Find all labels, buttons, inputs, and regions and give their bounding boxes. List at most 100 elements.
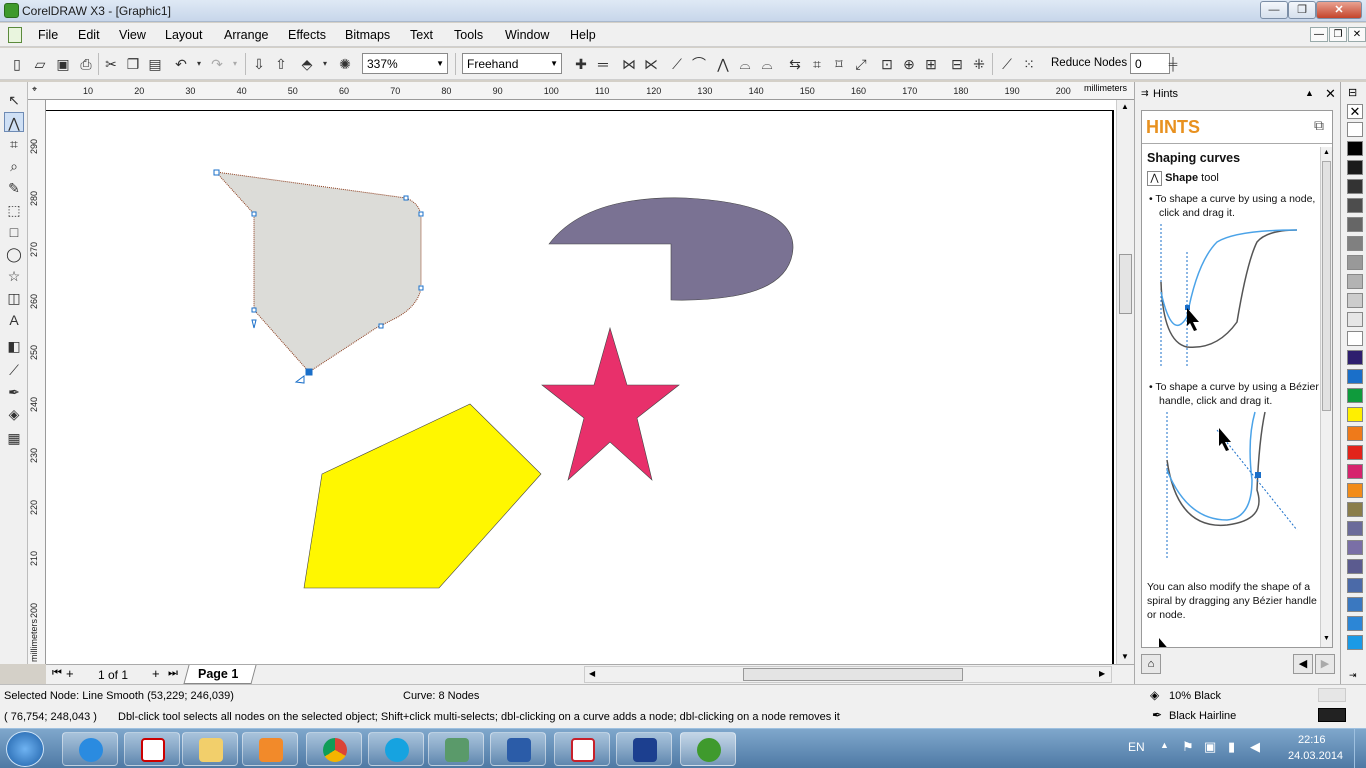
color-swatch[interactable]	[1347, 179, 1363, 194]
maximize-button[interactable]: ❐	[1288, 1, 1316, 19]
launcher-dropdown-icon[interactable]: ▾	[316, 55, 334, 73]
color-swatch[interactable]	[1347, 274, 1363, 289]
node-marker[interactable]	[251, 307, 257, 313]
rectangle-tool-icon[interactable]: □	[4, 222, 24, 242]
break-curve-icon[interactable]: ⋉	[642, 55, 660, 73]
star-tool-icon[interactable]: ☆	[4, 266, 24, 286]
taskbar-media[interactable]	[242, 732, 298, 766]
elastic-mode-icon[interactable]: ⊟	[948, 55, 966, 73]
pick-tool-icon[interactable]: ↖	[4, 90, 24, 110]
convert-to-curve-icon[interactable]: ⌒	[690, 55, 708, 73]
color-swatch[interactable]	[1347, 122, 1363, 137]
drawing-canvas[interactable]	[46, 100, 1116, 664]
print-icon[interactable]: ⎙	[77, 55, 95, 73]
color-swatch[interactable]	[1347, 540, 1363, 555]
color-swatch[interactable]	[1347, 160, 1363, 175]
tray-network-icon[interactable]: ⚑	[1182, 739, 1194, 755]
scroll-up-icon[interactable]: ▲	[1323, 149, 1330, 156]
hints-scrollbar[interactable]: ▲ ▼	[1320, 147, 1332, 647]
smart-fill-tool-icon[interactable]: ⬚	[4, 200, 24, 220]
outline-tool-icon[interactable]: ✒	[4, 382, 24, 402]
page-tab-label[interactable]: Page 1	[198, 667, 238, 681]
save-icon[interactable]: ▣	[54, 55, 72, 73]
crop-tool-icon[interactable]: ⌗	[4, 134, 24, 154]
copy-icon[interactable]: ❐	[124, 55, 142, 73]
docker-collapse-icon[interactable]: ▲	[1305, 88, 1314, 98]
hints-forward-icon[interactable]: ▶	[1315, 654, 1335, 674]
color-swatch[interactable]	[1347, 407, 1363, 422]
redo-dropdown-icon[interactable]: ▾	[226, 55, 244, 73]
color-swatch[interactable]	[1347, 141, 1363, 156]
menu-edit[interactable]: Edit	[78, 28, 100, 42]
menu-bitmaps[interactable]: Bitmaps	[345, 28, 390, 42]
symmetrical-node-icon[interactable]: ⌓	[758, 55, 776, 73]
fill-color-swatch[interactable]	[1318, 688, 1346, 702]
undo-icon[interactable]: ↶	[172, 55, 190, 73]
control-handle-arrow[interactable]	[251, 319, 257, 329]
fill-tool-icon[interactable]: ◈	[4, 404, 24, 424]
rotate-nodes-icon[interactable]: ⊡	[878, 55, 896, 73]
open-icon[interactable]: ▱	[31, 55, 49, 73]
welcome-screen-icon[interactable]: ✺	[336, 55, 354, 73]
clock-time[interactable]: 22:16	[1298, 734, 1326, 746]
taskbar-skype[interactable]	[368, 732, 424, 766]
taskbar-lingvo[interactable]	[124, 732, 180, 766]
doc-close-button[interactable]: ✕	[1348, 27, 1366, 42]
hints-scroll-thumb[interactable]	[1322, 161, 1331, 411]
menu-effects[interactable]: Effects	[288, 28, 326, 42]
color-swatch[interactable]	[1347, 369, 1363, 384]
horizontal-ruler[interactable]: ⌖ 10 20 30 40 50 60 70 80 90 100 110 120 130 140 150 16…	[28, 82, 1134, 100]
node-marker[interactable]	[213, 169, 220, 176]
menu-tools[interactable]: Tools	[454, 28, 483, 42]
first-page-icon[interactable]: ⏮	[52, 667, 62, 680]
basic-shapes-tool-icon[interactable]: ◫	[4, 288, 24, 308]
palette-scroll-icon[interactable]: ⇥	[1349, 670, 1357, 681]
color-swatch[interactable]	[1347, 521, 1363, 536]
scroll-left-icon[interactable]: ◀	[589, 669, 595, 678]
interactive-blend-tool-icon[interactable]: ◧	[4, 336, 24, 356]
control-handle-arrow[interactable]	[294, 375, 305, 384]
vertical-scroll-thumb[interactable]	[1119, 254, 1132, 314]
node-marker[interactable]	[418, 211, 424, 217]
taskbar-word[interactable]	[490, 732, 546, 766]
join-nodes-icon[interactable]: ⋈	[620, 55, 638, 73]
menu-text[interactable]: Text	[410, 28, 433, 42]
color-swatch[interactable]	[1347, 597, 1363, 612]
zoom-level-combo[interactable]: 337% ▼	[362, 53, 448, 74]
doc-restore-button[interactable]: ❐	[1329, 27, 1347, 42]
taskbar-acrobat[interactable]	[554, 732, 610, 766]
scroll-down-icon[interactable]: ▼	[1323, 635, 1330, 642]
color-swatch[interactable]	[1347, 388, 1363, 403]
horizontal-scroll-thumb[interactable]	[743, 668, 963, 681]
pink-star-shape[interactable]	[541, 326, 680, 481]
ellipse-tool-icon[interactable]: ◯	[4, 244, 24, 264]
extract-subpath-icon[interactable]: ⌑	[830, 55, 848, 73]
node-marker[interactable]	[403, 195, 409, 201]
hints-back-icon[interactable]: ◀	[1293, 654, 1313, 674]
scroll-down-icon[interactable]: ▼	[1121, 652, 1129, 661]
show-desktop-button[interactable]	[1354, 729, 1366, 768]
add-page-before-icon[interactable]: +	[66, 666, 74, 681]
no-color-swatch[interactable]: ✕	[1347, 104, 1363, 119]
curve-style-combo[interactable]: Freehand ▼	[462, 53, 562, 74]
start-button[interactable]	[6, 731, 44, 767]
color-swatch[interactable]	[1347, 559, 1363, 574]
export-icon[interactable]: ⇧	[272, 55, 290, 73]
paste-icon[interactable]: ▤	[146, 55, 164, 73]
palette-menu-icon[interactable]: ⊟	[1348, 86, 1357, 99]
taskbar-explorer[interactable]	[182, 732, 238, 766]
color-swatch[interactable]	[1347, 616, 1363, 631]
node-marker[interactable]	[251, 211, 257, 217]
language-indicator[interactable]: EN	[1128, 740, 1145, 754]
scroll-right-icon[interactable]: ▶	[1099, 669, 1105, 678]
last-page-icon[interactable]: ⏭	[168, 667, 178, 680]
hints-book-icon[interactable]: ⧉	[1314, 117, 1324, 134]
application-launcher-icon[interactable]: ⬘	[298, 55, 316, 73]
import-icon[interactable]: ⇩	[250, 55, 268, 73]
curve-smoothness-icon[interactable]: ⟋	[998, 55, 1016, 73]
interactive-fill-tool-icon[interactable]: ▦	[4, 428, 24, 448]
color-swatch[interactable]	[1347, 312, 1363, 327]
reverse-direction-icon[interactable]: ⇆	[786, 55, 804, 73]
yellow-pentagon-shape[interactable]	[303, 403, 542, 589]
hints-home-icon[interactable]: ⌂	[1141, 654, 1161, 674]
